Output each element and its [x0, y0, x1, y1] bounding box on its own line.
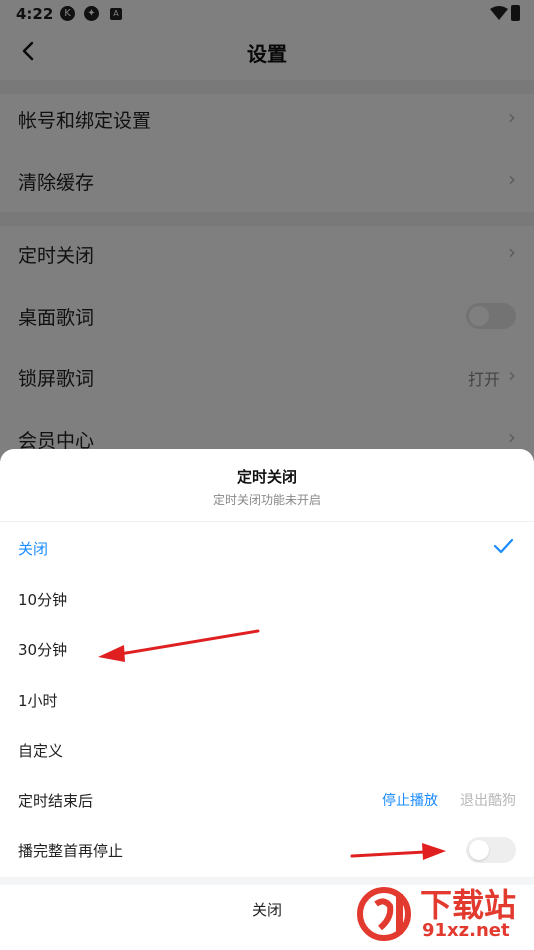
timer-option-custom[interactable]: 自定义: [0, 725, 534, 775]
stop-playback-button[interactable]: 停止播放: [382, 790, 438, 810]
timer-option-label: 自定义: [18, 742, 64, 760]
finish-song-label: 播完整首再停止: [18, 842, 124, 860]
timer-option-label: 1小时: [18, 692, 58, 710]
timer-option-30min[interactable]: 30分钟: [0, 624, 534, 674]
after-timer-label: 定时结束后: [18, 792, 94, 810]
finish-song-row: 播完整首再停止: [0, 825, 534, 875]
divider: [0, 521, 534, 522]
watermark-logo: 下载站 91xz.net: [356, 884, 532, 946]
watermark-text-bottom: 91xz.net: [422, 920, 510, 941]
timer-option-1hour[interactable]: 1小时: [0, 675, 534, 725]
finish-song-toggle[interactable]: [466, 837, 516, 863]
exit-app-button[interactable]: 退出酷狗: [460, 790, 516, 810]
timer-option-10min[interactable]: 10分钟: [0, 574, 534, 624]
timer-option-off[interactable]: 关闭: [0, 523, 534, 573]
timer-option-label: 10分钟: [18, 591, 68, 609]
after-timer-row: 定时结束后 停止播放 退出酷狗: [0, 775, 534, 825]
sleep-timer-sheet: 定时关闭 定时关闭功能未开启 关闭 10分钟 30分钟 1小时 自定义 定时结束…: [0, 449, 534, 950]
checkmark-icon: [493, 538, 514, 554]
timer-option-label: 关闭: [18, 540, 49, 558]
sheet-title: 定时关闭: [236, 468, 297, 486]
timer-option-label: 30分钟: [18, 641, 68, 659]
sheet-subtitle: 定时关闭功能未开启: [212, 493, 321, 507]
